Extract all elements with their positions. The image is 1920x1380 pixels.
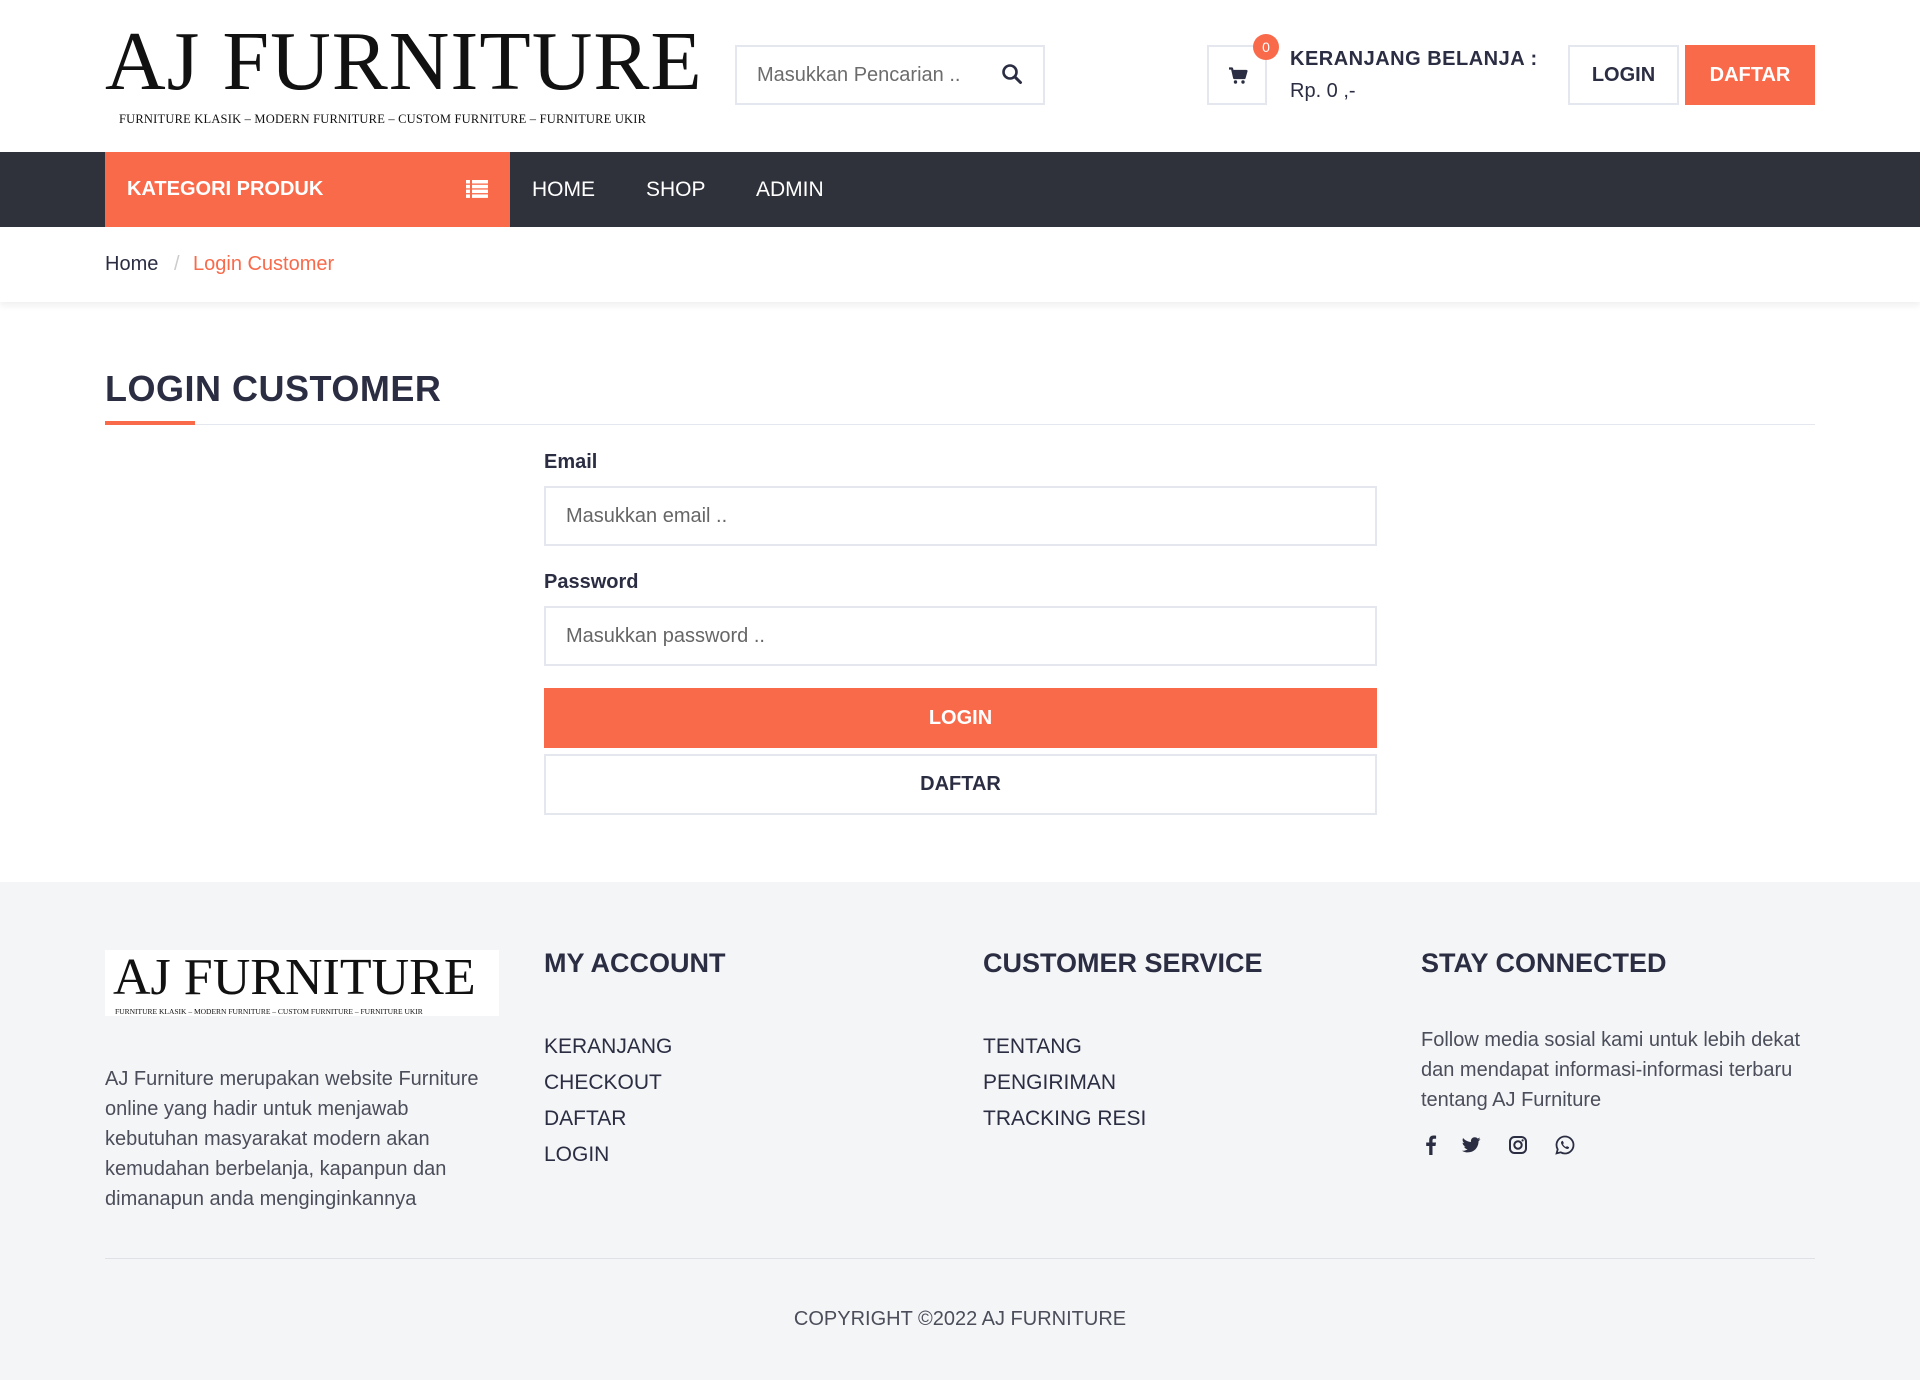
site-footer: AJ FURNITURE FURNITURE KLASIK – MODERN F… [0,882,1920,1380]
facebook-icon[interactable] [1420,1134,1442,1156]
twitter-icon[interactable] [1460,1134,1482,1156]
whatsapp-icon[interactable] [1554,1134,1576,1156]
cart-title: KERANJANG BELANJA : [1290,48,1538,70]
logo-tagline: FURNITURE KLASIK – MODERN FURNITURE – CU… [119,112,647,126]
footer-link-pengiriman[interactable]: PENGIRIMAN [983,1065,1146,1101]
nav-item-shop[interactable]: SHOP [646,152,706,227]
login-button[interactable]: LOGIN [544,688,1377,748]
search-input[interactable] [737,47,987,103]
footer-logo: AJ FURNITURE FURNITURE KLASIK – MODERN F… [105,950,499,1016]
category-menu-button[interactable]: KATEGORI PRODUK [105,152,510,227]
password-field[interactable] [544,606,1377,666]
footer-heading-stay-connected: STAY CONNECTED [1421,948,1667,978]
footer-my-account-links: KERANJANG CHECKOUT DAFTAR LOGIN [544,1029,672,1173]
nav-item-admin[interactable]: ADMIN [756,152,824,227]
footer-follow-text: Follow media sosial kami untuk lebih dek… [1421,1029,1801,1111]
footer-link-tentang[interactable]: TENTANG [983,1029,1146,1065]
copyright-text: COPYRIGHT ©2022 AJ FURNITURE [793,1308,1127,1330]
header-login-button[interactable]: LOGIN [1568,45,1679,105]
footer-about-text: AJ Furniture merupakan website Furniture… [105,1068,479,1210]
footer-logo-text: AJ FURNITURE [113,949,476,1006]
main-nav: KATEGORI PRODUK HOME SHOP ADMIN [0,152,1920,227]
footer-customer-service-links: TENTANG PENGIRIMAN TRACKING RESI [983,1029,1146,1137]
footer-link-login[interactable]: LOGIN [544,1137,672,1173]
header-register-button[interactable]: DAFTAR [1685,45,1815,105]
cart-total: Rp. 0 ,- [1290,80,1356,102]
footer-heading-customer-service: CUSTOMER SERVICE [983,948,1263,978]
email-field[interactable] [544,486,1377,546]
cart-count-badge: 0 [1253,34,1279,60]
footer-divider [105,1258,1815,1259]
footer-link-tracking-resi[interactable]: TRACKING RESI [983,1101,1146,1137]
footer-link-keranjang[interactable]: KERANJANG [544,1029,672,1065]
nav-item-home[interactable]: HOME [532,152,595,227]
list-icon [466,180,488,198]
search-box [735,45,1045,105]
breadcrumb-current: Login Customer [193,253,335,275]
title-divider [105,424,1815,425]
instagram-icon[interactable] [1507,1134,1529,1156]
footer-link-daftar[interactable]: DAFTAR [544,1101,672,1137]
category-menu-label: KATEGORI PRODUK [127,178,324,200]
breadcrumb-separator: / [174,253,180,275]
footer-logo-tagline: FURNITURE KLASIK – MODERN FURNITURE – CU… [115,1007,423,1016]
title-accent-bar [105,421,195,425]
cart-icon [1229,67,1248,84]
site-logo[interactable]: AJ FURNITURE FURNITURE KLASIK – MODERN F… [105,20,705,132]
register-button[interactable]: DAFTAR [544,754,1377,815]
email-label: Email [544,451,598,473]
footer-heading-my-account: MY ACCOUNT [544,948,726,978]
page-title: LOGIN CUSTOMER [105,368,442,409]
logo-text: AJ FURNITURE [105,15,703,108]
footer-link-checkout[interactable]: CHECKOUT [544,1065,672,1101]
search-icon[interactable] [1001,63,1025,87]
breadcrumb-home[interactable]: Home [105,253,158,276]
password-label: Password [544,571,639,593]
site-header: AJ FURNITURE FURNITURE KLASIK – MODERN F… [0,0,1920,152]
breadcrumb: Home / Login Customer [0,227,1920,302]
